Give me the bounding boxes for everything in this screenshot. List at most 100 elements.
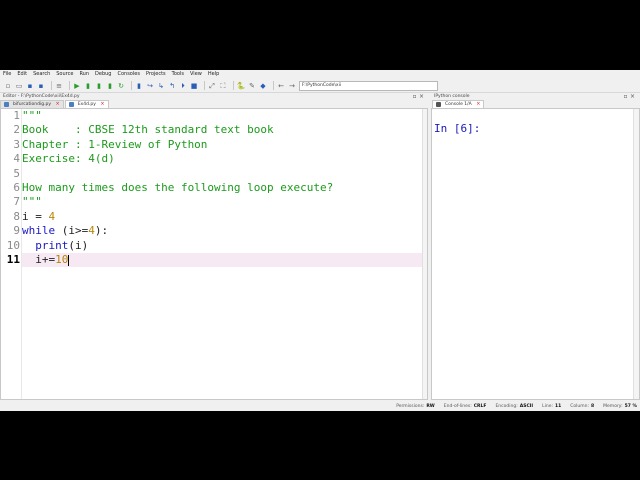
stop-debug-icon[interactable]: ■: [190, 82, 198, 90]
line-number: 8: [13, 209, 20, 223]
column-label: Column:: [570, 403, 590, 409]
status-bar: Permissions: RW End-of-lines: CRLF Encod…: [0, 401, 640, 411]
toolbar-divider: [69, 81, 70, 90]
run-icon[interactable]: ▶: [73, 82, 81, 90]
code-line-1: """: [22, 109, 42, 122]
menu-debug[interactable]: Debug: [92, 70, 114, 79]
code-line-7: """: [22, 195, 42, 209]
maximize-pane-icon[interactable]: ⤢: [208, 82, 216, 90]
run-cell-icon[interactable]: ▮: [84, 82, 92, 90]
variable-explorer-icon[interactable]: ◆: [259, 82, 267, 90]
code-editor[interactable]: 1 2 3 4 5 6 7 8 9 10 11 """ Book : CBSE …: [0, 108, 428, 400]
permissions-value: RW: [426, 403, 435, 409]
console-pane-controls: ▫ ×: [622, 93, 636, 100]
step-return-icon[interactable]: ↰: [168, 82, 176, 90]
tab-console-1[interactable]: Console 1/A ×: [432, 100, 485, 108]
menu-run[interactable]: Run: [76, 70, 92, 79]
line-number: 10: [6, 238, 20, 252]
rerun-icon[interactable]: ↻: [117, 82, 125, 90]
code-line-11: i+=10: [22, 253, 70, 266]
continue-icon[interactable]: ⏵: [179, 82, 187, 90]
console-tab-bar: Console 1/A ×: [432, 100, 638, 108]
run-cell-advance-icon[interactable]: ▮: [95, 82, 103, 90]
step-icon[interactable]: ↪: [146, 82, 154, 90]
fullscreen-icon[interactable]: ⛶: [219, 82, 227, 90]
save-icon[interactable]: ▪: [26, 82, 34, 90]
code-line-10: print(i): [35, 238, 89, 252]
code-line-3: Chapter : 1-Review of Python: [22, 137, 208, 151]
toolbar-divider: [51, 81, 52, 90]
menu-consoles[interactable]: Consoles: [114, 70, 142, 79]
python-path-icon[interactable]: 🐍: [237, 82, 246, 90]
code-line-8: i = 4: [22, 209, 56, 223]
line-number: 7: [13, 195, 20, 209]
menu-file[interactable]: File: [0, 70, 14, 79]
menu-source[interactable]: Source: [53, 70, 76, 79]
undock-icon[interactable]: ▫: [411, 93, 418, 100]
eol-value: CRLF: [473, 403, 487, 409]
tab-ex4d[interactable]: Ex4d.py ×: [64, 100, 109, 108]
undock-icon[interactable]: ▫: [622, 93, 629, 100]
forward-arrow-icon[interactable]: →: [288, 82, 296, 90]
spyder-window: File Edit Search Source Run Debug Consol…: [0, 70, 640, 411]
line-label: Line:: [542, 403, 553, 409]
toolbar-divider: [233, 81, 234, 90]
preferences-icon[interactable]: ≡: [55, 82, 63, 90]
close-pane-icon[interactable]: ×: [629, 93, 636, 100]
working-directory-field[interactable]: F:\PythonCode\xii: [299, 80, 438, 91]
tools-icon[interactable]: ✎: [248, 82, 256, 90]
memory-label: Memory:: [603, 403, 623, 409]
line-number: 6: [13, 181, 20, 194]
encoding-value: ASCII: [519, 403, 534, 409]
code-line-6: How many times does the following loop e…: [22, 181, 334, 194]
line-number: 4: [13, 152, 20, 166]
close-tab-icon[interactable]: ×: [476, 101, 480, 107]
ipython-console[interactable]: In [6]:: [431, 108, 640, 400]
menu-tools[interactable]: Tools: [169, 70, 187, 79]
menu-search[interactable]: Search: [30, 70, 53, 79]
open-file-icon[interactable]: ▭: [15, 82, 23, 90]
eol-label: End-of-lines:: [443, 403, 472, 409]
line-number: 2: [13, 123, 20, 137]
console-prompt[interactable]: In [6]:: [434, 122, 480, 135]
line-number-current: 11: [6, 253, 20, 266]
python-file-icon: [4, 102, 9, 107]
close-tab-icon[interactable]: ×: [100, 101, 104, 107]
line-number: 3: [13, 137, 20, 151]
new-file-icon[interactable]: ▫: [4, 82, 12, 90]
close-pane-icon[interactable]: ×: [418, 93, 425, 100]
python-file-icon: [68, 102, 74, 107]
menu-view[interactable]: View: [187, 70, 205, 79]
save-all-icon[interactable]: ▪: [37, 82, 45, 90]
toolbar-divider: [131, 81, 132, 90]
toolbar-divider: [204, 81, 205, 90]
debug-icon[interactable]: ▮: [135, 82, 143, 90]
line-number: 1: [13, 109, 20, 122]
menu-projects[interactable]: Projects: [143, 70, 169, 79]
current-line-highlight: [22, 253, 424, 268]
back-arrow-icon[interactable]: ←: [277, 82, 285, 90]
editor-scrollbar[interactable]: [422, 109, 427, 399]
console-icon: [436, 102, 441, 107]
menu-help[interactable]: Help: [205, 70, 222, 79]
console-scrollbar[interactable]: [633, 109, 639, 399]
tab-label: Console 1/A: [445, 102, 472, 107]
editor-tab-bar: bifurcationdig.py × Ex4d.py ×: [0, 100, 428, 108]
menu-edit[interactable]: Edit: [14, 70, 30, 79]
line-value: 11: [555, 403, 562, 409]
line-number: 5: [13, 166, 20, 180]
line-number: 9: [13, 224, 20, 238]
run-selection-icon[interactable]: ▮: [106, 82, 114, 90]
tab-bifurcationdig[interactable]: bifurcationdig.py ×: [0, 100, 64, 108]
toolbar: ▫ ▭ ▪ ▪ ≡ ▶ ▮ ▮ ▮ ↻ ▮ ↪ ↳ ↰ ⏵ ■ ⤢ ⛶ 🐍 ✎ …: [0, 79, 640, 93]
step-into-icon[interactable]: ↳: [157, 82, 165, 90]
tab-label: bifurcationdig.py: [13, 102, 52, 107]
code-line-2: Book : CBSE 12th standard text book: [22, 123, 274, 137]
text-cursor: [68, 254, 70, 266]
menu-bar: File Edit Search Source Run Debug Consol…: [0, 70, 640, 79]
close-tab-icon[interactable]: ×: [56, 101, 60, 107]
code-line-4: Exercise: 4(d): [22, 152, 115, 166]
permissions-label: Permissions:: [396, 403, 425, 409]
encoding-label: Encoding:: [495, 403, 518, 409]
column-value: 8: [591, 403, 595, 409]
